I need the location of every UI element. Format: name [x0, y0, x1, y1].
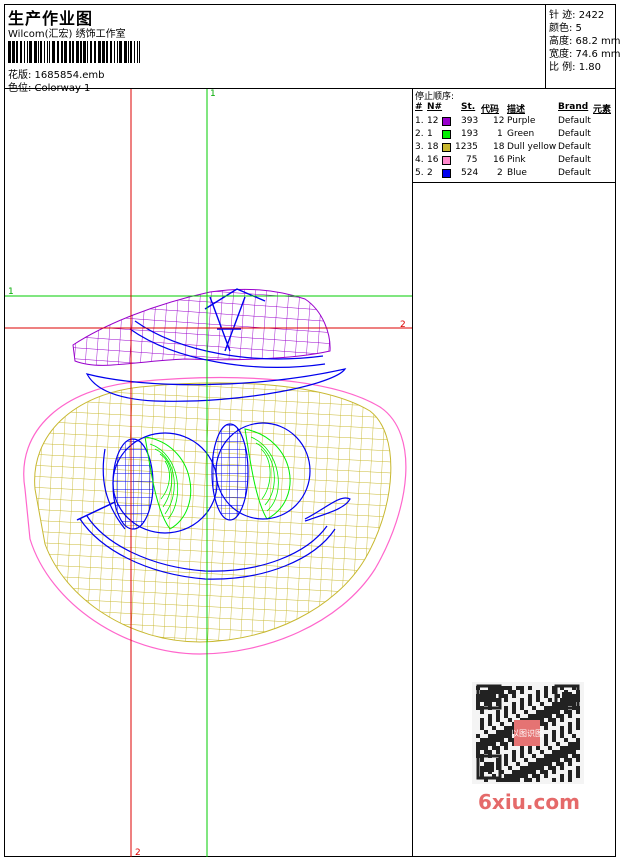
row-brand: Default	[558, 116, 591, 126]
row-needle: 18	[427, 142, 439, 152]
watermark-text: 6xiu.com	[478, 790, 580, 814]
row-code: 16	[493, 155, 505, 165]
qr-code: 以图识图	[472, 682, 584, 784]
red-right-label: 2	[400, 320, 406, 330]
row-code: 1	[497, 129, 503, 139]
row-desc: Pink	[507, 155, 526, 165]
color-swatch	[442, 143, 451, 152]
studio-name: Wilcom(汇宏) 绣饰工作室	[8, 29, 126, 40]
row-code: 18	[493, 142, 505, 152]
row-stitches: 193	[461, 129, 479, 139]
color-swatch	[442, 156, 451, 165]
col-header-code: 代码	[481, 105, 500, 115]
row-brand: Default	[558, 168, 591, 178]
row-stitches: 393	[461, 116, 479, 126]
barcode	[8, 41, 140, 63]
table-row: 5. 2 524 2 Blue Default	[413, 168, 616, 181]
row-num: 3.	[415, 142, 424, 152]
col-header-stitches: St.	[461, 102, 476, 112]
green-top-label: 1	[210, 89, 216, 99]
table-bottom-divider	[413, 182, 616, 183]
row-needle: 1	[427, 129, 433, 139]
yellow-fill	[34, 382, 392, 643]
stop-sequence-title: 停止顺序:	[415, 92, 455, 102]
row-desc: Blue	[507, 168, 527, 178]
row-desc: Dull yellow	[507, 142, 557, 152]
color-swatch	[442, 117, 451, 126]
row-code: 12	[493, 116, 505, 126]
col-header-brand: Brand	[558, 102, 589, 112]
green-left-label: 1	[8, 287, 14, 297]
row-num: 5.	[415, 168, 424, 178]
color-swatch	[442, 169, 451, 178]
row-stitches: 75	[466, 155, 478, 165]
row-num: 2.	[415, 129, 424, 139]
row-needle: 12	[427, 116, 439, 126]
col-header-num: #	[415, 102, 423, 112]
col-header-needle: N#	[427, 102, 443, 112]
stat-scale: 比 例: 1.80	[549, 62, 601, 73]
design-preview: 1 1 2 2	[5, 89, 412, 857]
purple-hat	[72, 288, 331, 366]
row-num: 1.	[415, 116, 424, 126]
row-desc: Green	[507, 129, 535, 139]
row-brand: Default	[558, 142, 591, 152]
row-needle: 16	[427, 155, 439, 165]
red-bottom-label: 2	[135, 848, 141, 857]
row-brand: Default	[558, 155, 591, 165]
table-row: 4. 16 75 16 Pink Default	[413, 155, 616, 168]
table-row: 1. 12 393 12 Purple Default	[413, 116, 616, 129]
table-row: 2. 1 193 1 Green Default	[413, 129, 616, 142]
qr-badge: 以图识图	[511, 729, 543, 738]
col-header-element: 元素	[593, 105, 612, 115]
row-needle: 2	[427, 168, 433, 178]
row-code: 2	[497, 168, 503, 178]
col-header-desc: 描述	[507, 105, 526, 115]
header-info: 生产作业图 Wilcom(汇宏) 绣饰工作室 花版: 1685854.emb 色…	[5, 5, 545, 94]
stats-panel: 针 迹: 2422 颜色: 5 高度: 68.2 mm 宽度: 74.6 mm …	[545, 4, 620, 88]
color-swatch	[442, 130, 451, 139]
embroidery-preview: 1 1 2 2	[5, 89, 412, 857]
row-stitches: 1235	[455, 142, 478, 152]
row-stitches: 524	[461, 168, 479, 178]
panel-divider	[412, 88, 413, 857]
row-num: 4.	[415, 155, 424, 165]
left-eye-blue	[112, 438, 154, 530]
row-brand: Default	[558, 129, 591, 139]
table-row: 3. 18 1235 18 Dull yellow Default	[413, 142, 616, 155]
row-desc: Purple	[507, 116, 536, 126]
